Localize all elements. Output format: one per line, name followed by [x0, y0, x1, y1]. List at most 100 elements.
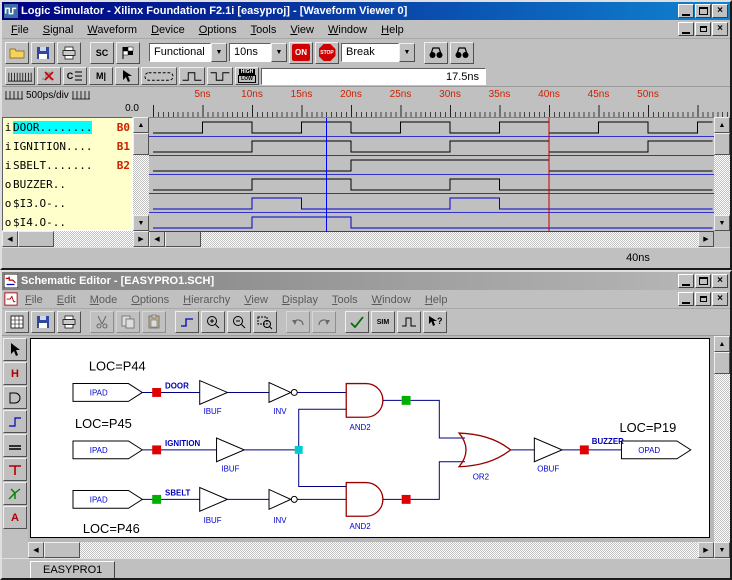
- probe-ignition[interactable]: [152, 445, 161, 454]
- waveform-canvas[interactable]: [149, 118, 714, 232]
- schematic-titlebar[interactable]: Schematic Editor - [EASYPRO1.SCH] ×: [2, 272, 730, 290]
- delete-signal-button[interactable]: [37, 67, 61, 85]
- ibuf-symbol[interactable]: [200, 488, 228, 512]
- scrollbar-thumb[interactable]: [44, 542, 80, 558]
- menu-item[interactable]: Help: [418, 292, 455, 308]
- help-pointer-button[interactable]: ?: [423, 311, 447, 333]
- hierarchy-connector-tool-button[interactable]: [3, 482, 27, 505]
- marker-button[interactable]: M|: [89, 67, 113, 85]
- inv-symbol[interactable]: [269, 489, 291, 509]
- menu-item[interactable]: Signal: [36, 22, 81, 38]
- scrollbar-thumb[interactable]: [165, 231, 201, 247]
- new-waveform-button[interactable]: SC: [90, 42, 114, 64]
- waveform-vertical-scrollbar[interactable]: ▲ ▼: [714, 117, 730, 231]
- scroll-up-button[interactable]: ▲: [714, 336, 730, 352]
- scrollbar-track[interactable]: [54, 231, 133, 247]
- scrollbar-thumb[interactable]: [133, 133, 149, 155]
- menu-item[interactable]: Tools: [325, 292, 365, 308]
- signal-row[interactable]: o$I4.O-..: [3, 213, 132, 231]
- scrollbar-thumb[interactable]: [714, 133, 730, 155]
- or2-gate[interactable]: [459, 433, 510, 467]
- hierarchy-tool-button[interactable]: H: [3, 362, 27, 385]
- find-button[interactable]: [424, 42, 448, 64]
- open-button[interactable]: [5, 42, 29, 64]
- scrollbar-track[interactable]: [201, 231, 698, 247]
- cut-button[interactable]: [90, 311, 114, 333]
- probe-sbelt[interactable]: [152, 495, 161, 504]
- zoom-out-button[interactable]: [227, 311, 251, 333]
- and2-gate[interactable]: [346, 384, 383, 418]
- close-button[interactable]: ×: [712, 274, 728, 288]
- menu-item[interactable]: View: [237, 292, 275, 308]
- mdi-close-button[interactable]: ×: [712, 292, 728, 306]
- waveform-hscrollbar[interactable]: ◀ ▶: [149, 231, 714, 247]
- power-on-button[interactable]: ON: [289, 42, 313, 64]
- high-low-button[interactable]: HIGH LOW: [235, 67, 259, 85]
- text-tool-button[interactable]: A: [3, 506, 27, 529]
- scroll-up-button[interactable]: ▲: [714, 117, 730, 133]
- mdi-restore-button[interactable]: [695, 292, 711, 306]
- dropdown-arrow-icon[interactable]: ▼: [211, 43, 227, 62]
- menu-item[interactable]: File: [4, 22, 36, 38]
- inv-symbol[interactable]: [269, 383, 291, 403]
- ibuf-symbol[interactable]: [217, 438, 245, 462]
- insert-high-low-button[interactable]: [207, 67, 233, 85]
- close-button[interactable]: ×: [712, 4, 728, 18]
- simulation-mode-combo[interactable]: Functional ▼: [149, 43, 227, 62]
- symbols-tool-button[interactable]: [3, 386, 27, 409]
- menu-item[interactable]: File: [18, 292, 50, 308]
- signal-row[interactable]: oBUZZER..: [3, 175, 132, 194]
- schematic-vscrollbar[interactable]: ▲ ▼: [714, 336, 730, 558]
- menu-item[interactable]: Tools: [244, 22, 284, 38]
- menu-item[interactable]: Help: [374, 22, 411, 38]
- scroll-down-button[interactable]: ▼: [133, 215, 149, 231]
- connectivity-check-button[interactable]: [345, 311, 369, 333]
- draw-buses-tool-button[interactable]: [3, 434, 27, 457]
- scroll-left-button[interactable]: ◀: [28, 542, 44, 558]
- scroll-down-button[interactable]: ▼: [714, 542, 730, 558]
- signal-row[interactable]: iIGNITION....B1: [3, 137, 132, 156]
- scroll-down-button[interactable]: ▼: [714, 215, 730, 231]
- select-tool-button[interactable]: [3, 338, 27, 361]
- print-button[interactable]: [57, 42, 81, 64]
- break-combo[interactable]: Break ▼: [341, 43, 415, 62]
- maximize-button[interactable]: [695, 4, 711, 18]
- save-button[interactable]: [31, 311, 55, 333]
- menu-item[interactable]: Mode: [83, 292, 125, 308]
- scroll-left-button[interactable]: ◀: [149, 231, 165, 247]
- mdi-restore-button[interactable]: [695, 22, 711, 36]
- menu-item[interactable]: Waveform: [80, 22, 144, 38]
- signal-row[interactable]: iDOOR........B0: [3, 118, 132, 137]
- scroll-right-button[interactable]: ▶: [698, 542, 714, 558]
- mdi-minimize-button[interactable]: [678, 22, 694, 36]
- scrollbar-track[interactable]: [80, 542, 698, 558]
- range-select-button[interactable]: [141, 67, 177, 85]
- waveform-area[interactable]: [149, 117, 714, 231]
- timing-ruler-button[interactable]: [5, 67, 35, 85]
- combine-bus-button[interactable]: C: [63, 67, 87, 85]
- scrollbar-track[interactable]: [133, 155, 149, 215]
- undo-button[interactable]: [286, 311, 310, 333]
- sheet-tab-easypro1[interactable]: EASYPRO1: [30, 561, 115, 578]
- signal-list-hscrollbar[interactable]: ◀ ▶: [2, 231, 149, 247]
- zoom-in-button[interactable]: [201, 311, 225, 333]
- mdi-close-button[interactable]: ×: [712, 22, 728, 36]
- menu-item[interactable]: Options: [124, 292, 176, 308]
- redo-button[interactable]: [312, 311, 336, 333]
- dropdown-arrow-icon[interactable]: ▼: [399, 43, 415, 62]
- dropdown-arrow-icon[interactable]: ▼: [271, 43, 287, 62]
- menu-item[interactable]: Display: [275, 292, 325, 308]
- select-signal-button[interactable]: [115, 67, 139, 85]
- menu-item[interactable]: View: [283, 22, 321, 38]
- probe-door[interactable]: [152, 388, 161, 397]
- minimize-button[interactable]: [678, 4, 694, 18]
- sheets-button[interactable]: [5, 311, 29, 333]
- menu-item[interactable]: Window: [321, 22, 374, 38]
- maximize-button[interactable]: [695, 274, 711, 288]
- signal-row[interactable]: iSBELT.......B2: [3, 156, 132, 175]
- simulator-titlebar[interactable]: Logic Simulator - Xilinx Foundation F2.1…: [2, 2, 730, 20]
- menu-item[interactable]: Device: [144, 22, 192, 38]
- junction-marker[interactable]: [295, 446, 303, 454]
- obuf-symbol[interactable]: [534, 438, 562, 462]
- print-button[interactable]: [57, 311, 81, 333]
